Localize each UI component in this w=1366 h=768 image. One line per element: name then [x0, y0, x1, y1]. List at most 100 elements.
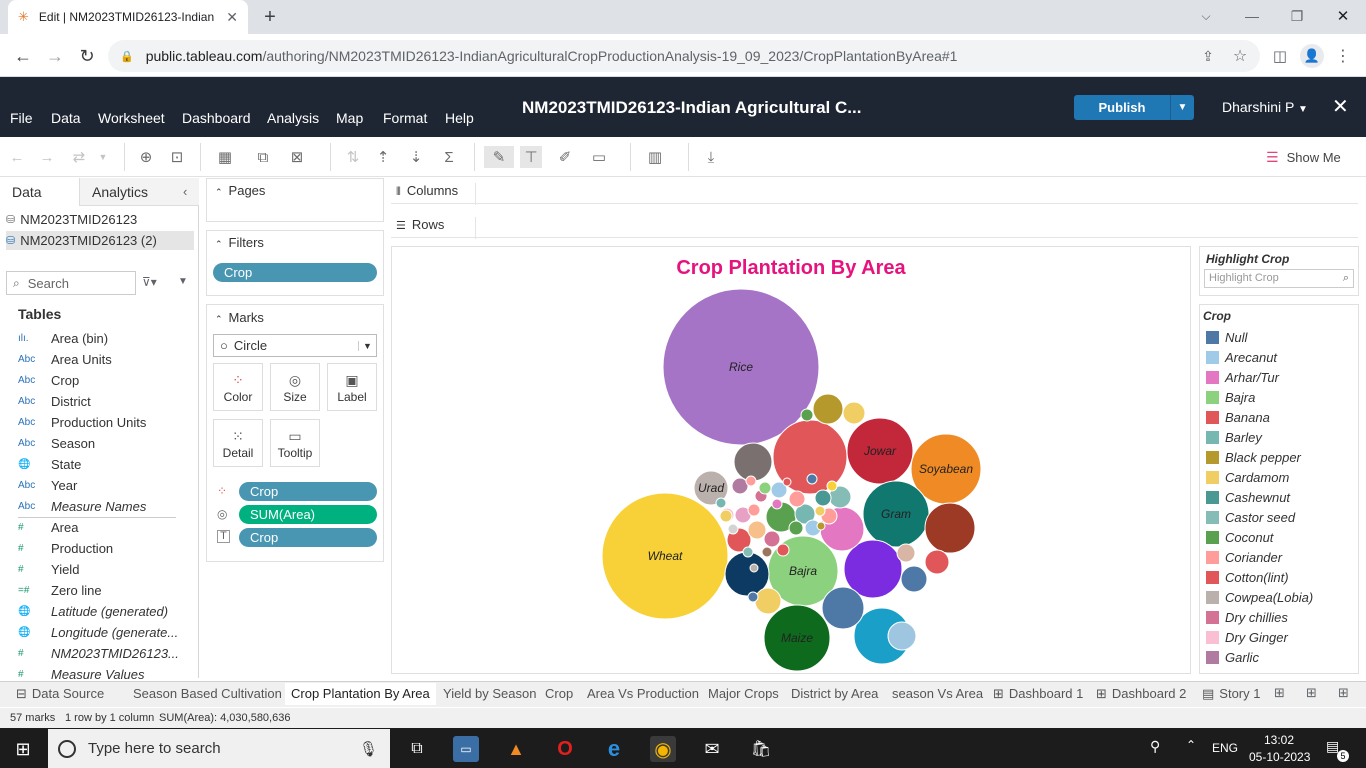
- sheet-tab[interactable]: season Vs Area: [886, 683, 989, 705]
- rows-shelf[interactable]: [391, 212, 1358, 238]
- legend-item[interactable]: Black pepper: [1206, 449, 1301, 465]
- bubble-mark[interactable]: [800, 408, 814, 422]
- bubble-mark[interactable]: [782, 477, 792, 487]
- field-item[interactable]: # Yield: [18, 560, 79, 578]
- back-arrow-icon[interactable]: ←: [12, 45, 34, 67]
- legend-item[interactable]: Arecanut: [1206, 349, 1277, 365]
- sheet-tab[interactable]: ⊞ Dashboard 2: [1090, 683, 1192, 705]
- sheet-tab[interactable]: District by Area: [785, 683, 884, 705]
- bubble-mark[interactable]: [749, 563, 759, 573]
- bubble-mark[interactable]: [771, 498, 783, 510]
- field-item[interactable]: Abc District: [18, 392, 91, 410]
- tooltip-mark-button[interactable]: ▭ Tooltip: [270, 419, 320, 467]
- restore-window-icon[interactable]: ❐: [1287, 6, 1307, 26]
- new-worksheet-icon[interactable]: ▦: [214, 146, 236, 168]
- tab-analytics[interactable]: Analytics: [92, 184, 148, 200]
- bubble-mark[interactable]: [747, 591, 759, 603]
- legend-item[interactable]: Bajra: [1206, 389, 1255, 405]
- menu-format[interactable]: Format: [383, 110, 427, 126]
- bubble-mark[interactable]: [814, 489, 832, 507]
- forward-arrow-icon[interactable]: →: [44, 45, 66, 67]
- legend-item[interactable]: Dry chillies: [1206, 609, 1288, 625]
- bubble-mark[interactable]: [924, 502, 976, 554]
- legend-item[interactable]: Cashewnut: [1206, 489, 1290, 505]
- desktop-app-icon[interactable]: ▭: [453, 736, 479, 762]
- field-item[interactable]: Abc Measure Names: [18, 497, 146, 515]
- field-search-input[interactable]: ⌕ Search: [6, 271, 136, 295]
- browser-tab[interactable]: ✳ Edit | NM2023TMID26123-Indian ✕: [8, 0, 248, 34]
- bubble-mark[interactable]: [747, 503, 761, 517]
- tab-search-chevron-icon[interactable]: ⌵: [1196, 6, 1216, 26]
- bubble-mark[interactable]: [842, 401, 866, 425]
- bubble-mark[interactable]: [924, 549, 950, 575]
- bubble-mark[interactable]: [806, 473, 818, 485]
- bubble-mark[interactable]: [758, 481, 772, 495]
- field-item[interactable]: ılı. Area (bin): [18, 329, 108, 347]
- duplicate-sheet-icon[interactable]: ⧉: [252, 146, 274, 168]
- field-item[interactable]: # NM2023TMID26123...: [18, 644, 179, 662]
- field-item[interactable]: 🌐 Longitude (generate...: [18, 623, 178, 641]
- people-icon[interactable]: ⚲: [1150, 738, 1160, 755]
- bookmark-star-icon[interactable]: ☆: [1230, 46, 1250, 66]
- sort-ascending-icon[interactable]: ⇡: [372, 146, 394, 168]
- user-menu[interactable]: Dharshini P ▼: [1222, 99, 1308, 115]
- redo-icon[interactable]: →: [36, 146, 58, 168]
- sheet-tab[interactable]: Crop: [539, 683, 579, 705]
- menu-map[interactable]: Map: [336, 110, 363, 126]
- filter-fields-icon[interactable]: ⊽▾: [142, 275, 157, 289]
- pane-menu-dropdown-icon[interactable]: ▼: [178, 276, 188, 287]
- clock-time[interactable]: 13:02: [1264, 733, 1294, 747]
- field-item[interactable]: # Area: [18, 518, 78, 536]
- bubble-mark[interactable]: [900, 565, 928, 593]
- menu-worksheet[interactable]: Worksheet: [98, 110, 165, 126]
- columns-shelf[interactable]: [391, 178, 1358, 204]
- bubble-mark[interactable]: [763, 530, 781, 548]
- profile-avatar-icon[interactable]: 👤: [1300, 44, 1324, 68]
- show-cards-icon[interactable]: ▥: [644, 146, 666, 168]
- bubble-mark[interactable]: [812, 393, 844, 425]
- replay-dropdown-icon[interactable]: ▼: [92, 146, 114, 168]
- bubble-mark[interactable]: [761, 546, 773, 558]
- bubble-mark[interactable]: [727, 523, 739, 535]
- sheet-tab[interactable]: Season Based Cultivation: [127, 683, 288, 705]
- data-source-item-selected[interactable]: ⛁ NM2023TMID26123 (2): [6, 231, 194, 250]
- bubble-mark[interactable]: [747, 520, 767, 540]
- mark-type-select[interactable]: ○ Circle ▼: [213, 334, 377, 357]
- legend-item[interactable]: Coconut: [1206, 529, 1273, 545]
- close-window-icon[interactable]: ✕: [1333, 6, 1353, 26]
- menu-dashboard[interactable]: Dashboard: [182, 110, 251, 126]
- task-view-icon[interactable]: ⧉: [404, 736, 430, 762]
- edge-icon[interactable]: e: [601, 736, 627, 762]
- taskbar-search[interactable]: Type here to search 🎙: [48, 729, 390, 768]
- share-icon[interactable]: ⇪: [1198, 46, 1218, 66]
- new-data-source-icon[interactable]: ⊕: [135, 146, 157, 168]
- store-icon[interactable]: 🛍: [748, 736, 774, 762]
- bubble-mark[interactable]: [816, 521, 826, 531]
- replay-icon[interactable]: ⇄: [68, 146, 90, 168]
- menu-help[interactable]: Help: [445, 110, 474, 126]
- show-me-button[interactable]: ☰ Show Me: [1266, 149, 1341, 166]
- sheet-tab[interactable]: Yield by Season: [437, 683, 542, 705]
- bubble-mark[interactable]: [754, 587, 782, 615]
- bubble-chart[interactable]: Rice Wheat Jowar Soyabean Gram Bajra Maize Urad: [391, 246, 1191, 674]
- sheet-tab[interactable]: ⊞ Dashboard 1: [987, 683, 1089, 705]
- bubble-mark[interactable]: [733, 442, 773, 482]
- new-tab-icon[interactable]: +: [258, 6, 282, 28]
- color-mark-button[interactable]: ⁘ Color: [213, 363, 263, 411]
- new-dashboard-tab-icon[interactable]: ⊞: [1306, 685, 1317, 701]
- bubble-mark[interactable]: [826, 480, 838, 492]
- legend-item[interactable]: Dry Ginger: [1206, 629, 1288, 645]
- side-panel-icon[interactable]: ◫: [1270, 46, 1290, 66]
- field-item[interactable]: Abc Area Units: [18, 350, 112, 368]
- detail-mark-button[interactable]: ⁙ Detail: [213, 419, 263, 467]
- legend-item[interactable]: Arhar/Tur: [1206, 369, 1279, 385]
- bubble-mark[interactable]: [788, 520, 804, 536]
- bubble-mark[interactable]: [745, 475, 757, 487]
- legend-item[interactable]: Cardamom: [1206, 469, 1289, 485]
- browser-menu-icon[interactable]: ⋮: [1333, 46, 1353, 66]
- format-workbook-icon[interactable]: ✐: [554, 146, 576, 168]
- menu-file[interactable]: File: [10, 110, 33, 126]
- field-item[interactable]: Abc Year: [18, 476, 77, 494]
- new-story-tab-icon[interactable]: ⊞: [1338, 685, 1349, 701]
- totals-sigma-icon[interactable]: Σ: [438, 146, 460, 168]
